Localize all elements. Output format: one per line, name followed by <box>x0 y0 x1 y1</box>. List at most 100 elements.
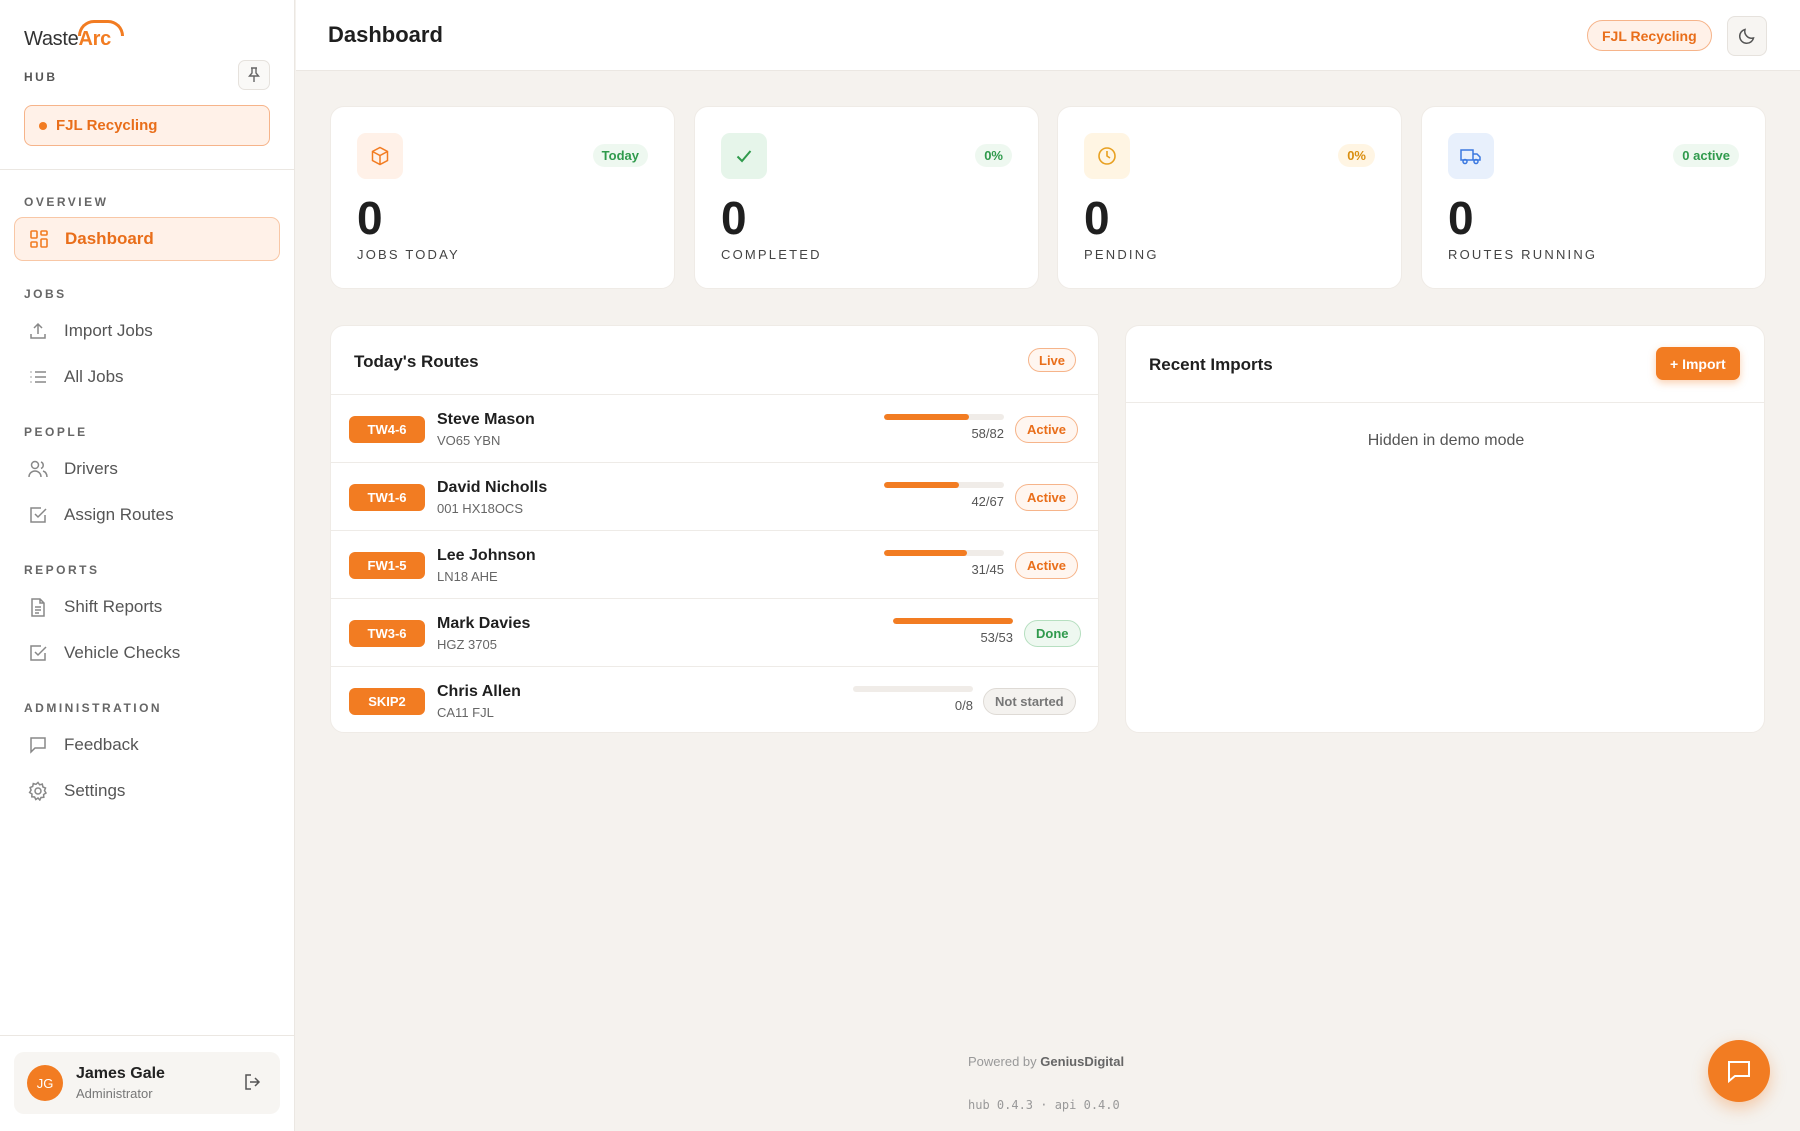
stat-value: 0 <box>357 192 383 244</box>
route-row[interactable]: TW1-6 David Nicholls 001 HX18OCS 42/67 A… <box>331 462 1098 530</box>
powered-by-brand[interactable]: GeniusDigital <box>1040 1054 1124 1069</box>
sidebar-item-feedback[interactable]: Feedback <box>14 723 280 767</box>
sidebar: Waste Arc HUB FJL Recycling OVERVIEW Dash… <box>0 0 295 1131</box>
sidebar-item-drivers[interactable]: Drivers <box>14 447 280 491</box>
panel-title: Today's Routes <box>354 352 479 371</box>
status-badge: Not started <box>983 688 1076 715</box>
stat-label: COMPLETED <box>721 247 822 262</box>
version-info: hub 0.4.3 · api 0.4.0 <box>968 1098 1120 1112</box>
chat-icon <box>1728 1061 1750 1084</box>
stat-label: JOBS TODAY <box>357 247 460 262</box>
live-badge: Live <box>1028 348 1077 372</box>
route-count: 31/45 <box>971 562 1004 577</box>
driver-name: Mark Davies <box>437 615 531 632</box>
sidebar-item-import-jobs[interactable]: Import Jobs <box>14 309 280 353</box>
route-progress-bar <box>884 482 1004 488</box>
pin-icon <box>248 67 260 82</box>
stat-card-pending: 0% 0 PENDING <box>1057 106 1402 289</box>
stat-tag: Today <box>592 144 648 167</box>
sidebar-item-assign-routes[interactable]: Assign Routes <box>14 493 280 537</box>
route-progress-fill <box>893 618 1013 624</box>
recent-imports-panel: Recent Imports + Import Hidden in demo m… <box>1125 325 1765 733</box>
list-icon <box>28 367 48 387</box>
driver-name: David Nicholls <box>437 479 548 496</box>
section-label-overview: OVERVIEW <box>24 195 109 209</box>
users-icon <box>28 459 48 479</box>
message-icon <box>28 735 48 755</box>
section-label-reports: REPORTS <box>24 563 100 577</box>
route-code: SKIP2 <box>349 688 425 715</box>
pin-sidebar-button[interactable] <box>238 60 270 90</box>
stat-value: 0 <box>1084 192 1110 244</box>
gear-icon <box>28 781 48 801</box>
vehicle-plate: HGZ 3705 <box>437 637 497 652</box>
route-row[interactable]: FW1-5 Lee Johnson LN18 AHE 31/45 Active <box>331 530 1098 598</box>
chat-button[interactable] <box>1708 1040 1770 1102</box>
sidebar-item-dashboard[interactable]: Dashboard <box>14 217 280 261</box>
logout-icon <box>245 1074 261 1090</box>
logo-prefix: Waste <box>24 28 79 50</box>
sidebar-divider <box>0 169 295 170</box>
route-progress-bar <box>893 618 1013 624</box>
sidebar-item-all-jobs[interactable]: All Jobs <box>14 355 280 399</box>
driver-name: Chris Allen <box>437 683 521 700</box>
route-count: 42/67 <box>971 494 1004 509</box>
sidebar-item-label: Assign Routes <box>64 505 174 524</box>
org-badge[interactable]: FJL Recycling <box>1587 20 1712 51</box>
route-count: 53/53 <box>980 630 1013 645</box>
route-progress-bar <box>884 550 1004 556</box>
stat-label: ROUTES RUNNING <box>1448 247 1598 262</box>
vehicle-plate: VO65 YBN <box>437 433 501 448</box>
sidebar-divider <box>0 1035 295 1036</box>
avatar: JG <box>27 1065 63 1101</box>
imports-empty-state: Hidden in demo mode <box>1367 432 1525 449</box>
sidebar-item-label: Feedback <box>64 735 139 754</box>
document-icon <box>28 597 48 617</box>
stat-tag: 0 active <box>1673 144 1739 167</box>
logo-accent: Arc <box>78 20 125 50</box>
route-progress-fill <box>884 550 967 556</box>
page-title: Dashboard <box>328 22 443 47</box>
route-code: FW1-5 <box>349 552 425 579</box>
sidebar-item-vehicle-checks[interactable]: Vehicle Checks <box>14 631 280 675</box>
status-badge: Done <box>1024 620 1081 647</box>
sidebar-item-label: Drivers <box>64 459 118 478</box>
user-card: JG James Gale Administrator <box>14 1052 280 1114</box>
clock-icon <box>1084 133 1130 179</box>
route-progress-fill <box>884 414 969 420</box>
sidebar-item-settings[interactable]: Settings <box>14 769 280 813</box>
wastearc-logo[interactable]: Waste Arc <box>24 20 125 51</box>
route-row[interactable]: SKIP2 Chris Allen CA11 FJL 0/8 Not start… <box>331 666 1098 732</box>
route-progress-bar <box>853 686 973 692</box>
user-role: Administrator <box>76 1086 153 1101</box>
hub-label: HUB <box>24 70 58 84</box>
section-label-jobs: JOBS <box>24 287 67 301</box>
org-selector[interactable]: FJL Recycling <box>24 105 270 146</box>
status-badge: Active <box>1015 416 1079 443</box>
stat-value: 0 <box>1448 192 1474 244</box>
theme-toggle-button[interactable] <box>1727 16 1767 56</box>
sidebar-item-shift-reports[interactable]: Shift Reports <box>14 585 280 629</box>
sidebar-item-label: Shift Reports <box>64 597 163 616</box>
org-status-dot <box>39 121 47 130</box>
powered-by: Powered by GeniusDigital <box>968 1054 1124 1069</box>
panel-title: Recent Imports <box>1149 355 1273 374</box>
sidebar-item-label: All Jobs <box>64 367 124 386</box>
sidebar-item-label: Settings <box>64 781 126 800</box>
check-icon <box>721 133 767 179</box>
status-badge: Active <box>1015 552 1079 579</box>
checkbox-icon <box>28 643 48 663</box>
section-label-people: PEOPLE <box>24 425 88 439</box>
route-code: TW3-6 <box>349 620 425 647</box>
import-button[interactable]: + Import <box>1656 347 1740 380</box>
route-progress-bar <box>884 414 1004 420</box>
logout-button[interactable] <box>244 1073 264 1093</box>
route-progress-fill <box>884 482 960 488</box>
moon-icon <box>1739 28 1755 44</box>
route-row[interactable]: TW3-6 Mark Davies HGZ 3705 53/53 Done <box>331 598 1098 666</box>
stat-card-completed: 0% 0 COMPLETED <box>694 106 1039 289</box>
user-name: James Gale <box>76 1065 165 1082</box>
stat-tag: 0% <box>975 144 1012 167</box>
upload-icon <box>28 321 48 341</box>
route-row[interactable]: TW4-6 Steve Mason VO65 YBN 58/82 Active <box>331 394 1098 462</box>
